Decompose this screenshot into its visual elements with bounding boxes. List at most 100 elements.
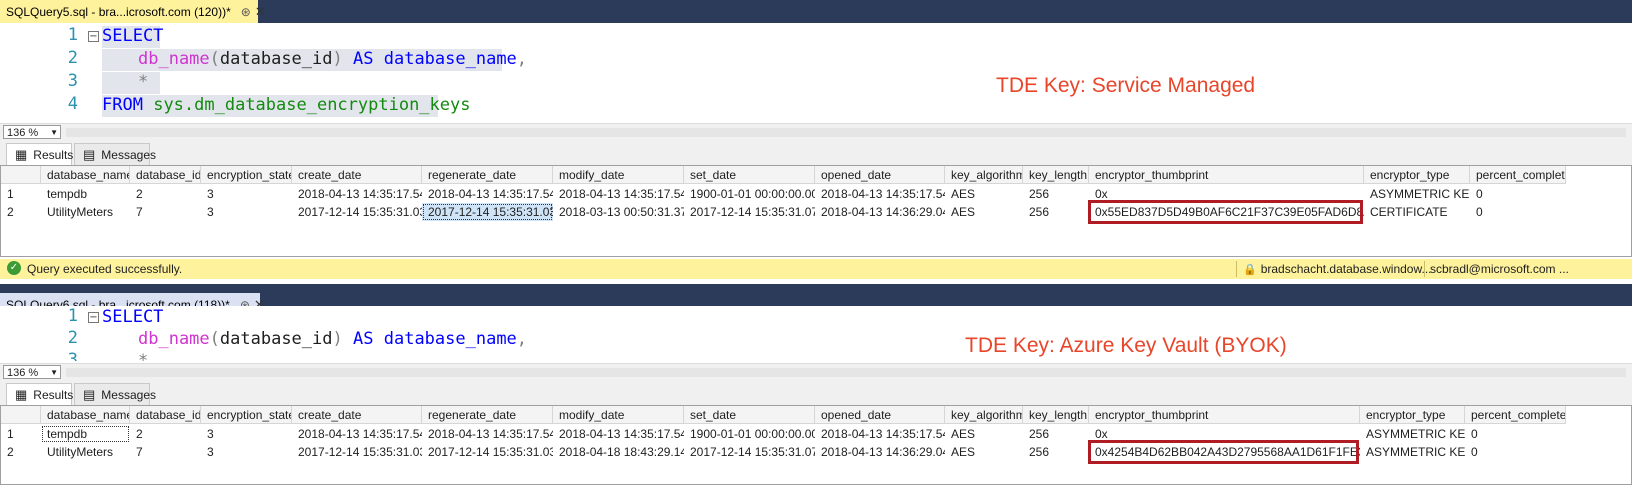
table-cell[interactable]: 256 — [1023, 203, 1089, 221]
table-cell[interactable]: 2 — [130, 425, 201, 443]
table-cell[interactable]: UtilityMeters — [41, 203, 130, 221]
column-header[interactable]: database_name — [41, 166, 130, 184]
table-cell[interactable]: 2017-12-14 15:35:31.077 — [684, 443, 815, 461]
column-header[interactable]: key_length — [1023, 166, 1089, 184]
table-cell[interactable]: ASYMMETRIC KEY — [1364, 185, 1470, 203]
row-number[interactable]: 2 — [1, 203, 41, 221]
table-cell[interactable]: 2018-03-13 00:50:31.370 — [553, 203, 684, 221]
table-cell[interactable]: 2018-04-13 14:36:29.047 — [815, 203, 945, 221]
table-cell[interactable]: 2018-04-13 14:35:17.547 — [815, 425, 945, 443]
table-cell[interactable]: 256 — [1023, 425, 1089, 443]
focused-cell[interactable]: tempdb — [41, 425, 130, 443]
table-cell[interactable]: 0 — [1470, 203, 1566, 221]
tab-messages[interactable]: ▤ Messages — [74, 383, 156, 405]
row-number[interactable]: 2 — [1, 443, 41, 461]
table-cell[interactable]: 2018-04-13 14:35:17.547 — [292, 425, 422, 443]
table-cell[interactable]: 2017-12-14 15:35:31.030 — [422, 443, 553, 461]
table-cell[interactable]: 7 — [130, 203, 201, 221]
table-cell[interactable]: 7 — [130, 443, 201, 461]
horizontal-scrollbar[interactable] — [66, 128, 1626, 137]
column-header[interactable]: encryptor_type — [1360, 406, 1465, 424]
table-cell[interactable]: 3 — [201, 443, 292, 461]
horizontal-scrollbar[interactable] — [66, 368, 1626, 377]
collapse-icon[interactable]: − — [88, 312, 99, 323]
row-number[interactable]: 1 — [1, 185, 41, 203]
table-cell[interactable]: 2018-04-13 14:36:29.047 — [815, 443, 945, 461]
column-header[interactable]: database_name — [41, 406, 130, 424]
table-cell[interactable]: 1900-01-01 00:00:00.000 — [684, 185, 815, 203]
table-cell[interactable]: 0 — [1470, 185, 1566, 203]
column-header[interactable]: modify_date — [553, 406, 684, 424]
table-cell[interactable]: AES — [945, 443, 1023, 461]
table-cell[interactable]: 256 — [1023, 185, 1089, 203]
table-cell[interactable]: ASYMMETRIC KEY — [1360, 443, 1465, 461]
table-cell[interactable]: 0 — [1465, 425, 1566, 443]
results-grid[interactable]: database_name database_id encryption_sta… — [0, 165, 1632, 257]
table-cell[interactable]: 3 — [201, 425, 292, 443]
column-header[interactable]: percent_complete — [1465, 406, 1566, 424]
tab-messages[interactable]: ▤ Messages — [74, 143, 156, 165]
table-cell[interactable]: AES — [945, 425, 1023, 443]
column-header[interactable]: database_id — [130, 406, 201, 424]
table-cell[interactable]: tempdb — [41, 185, 130, 203]
column-header[interactable]: database_id — [130, 166, 201, 184]
column-header[interactable]: encryption_state — [201, 406, 292, 424]
table-cell[interactable]: 2017-12-14 15:35:31.030 — [292, 203, 422, 221]
column-header[interactable]: set_date — [684, 406, 815, 424]
window-splitter[interactable] — [0, 284, 1632, 293]
table-cell[interactable]: 2018-04-13 14:35:17.547 — [292, 185, 422, 203]
zoom-dropdown[interactable]: 136 % ▼ — [3, 365, 61, 379]
table-cell[interactable]: 1900-01-01 00:00:00.000 — [684, 425, 815, 443]
close-icon[interactable]: ✕ — [255, 4, 266, 20]
table-row[interactable]: 2 UtilityMeters 7 3 2017-12-14 15:35:31.… — [1, 203, 1632, 221]
sql-editor[interactable]: 1 − SELECT 2 db_name(database_id) AS dat… — [0, 306, 1632, 361]
table-cell[interactable]: 2018-04-13 14:35:17.547 — [422, 425, 553, 443]
collapse-icon[interactable]: − — [88, 31, 99, 42]
table-cell[interactable]: 2 — [130, 185, 201, 203]
table-row[interactable]: 1 tempdb 2 3 2018-04-13 14:35:17.547 201… — [1, 185, 1632, 203]
table-row[interactable]: 1 tempdb 2 3 2018-04-13 14:35:17.547 201… — [1, 425, 1632, 443]
row-number[interactable]: 1 — [1, 425, 41, 443]
table-cell[interactable]: 0 — [1465, 443, 1566, 461]
results-grid[interactable]: database_name database_id encryption_sta… — [0, 405, 1632, 485]
pin-icon[interactable]: ⊛ — [241, 5, 251, 19]
table-cell[interactable]: CERTIFICATE — [1364, 203, 1470, 221]
column-header[interactable]: key_algorithm — [945, 406, 1023, 424]
table-cell[interactable]: 2017-12-14 15:35:31.077 — [684, 203, 815, 221]
column-header[interactable]: encryption_state — [201, 166, 292, 184]
table-cell[interactable]: UtilityMeters — [41, 443, 130, 461]
column-header[interactable]: encryptor_thumbprint — [1089, 166, 1364, 184]
table-row[interactable]: 2 UtilityMeters 7 3 2017-12-14 15:35:31.… — [1, 443, 1632, 461]
column-header[interactable]: create_date — [292, 406, 422, 424]
column-header[interactable]: set_date — [684, 166, 815, 184]
document-tab-sqlquery5[interactable]: SQLQuery5.sql - bra...icrosoft.com (120)… — [0, 0, 266, 23]
table-cell[interactable]: 2018-04-13 14:35:17.547 — [553, 425, 684, 443]
column-header[interactable]: encryptor_thumbprint — [1089, 406, 1360, 424]
column-header[interactable]: opened_date — [815, 166, 945, 184]
table-cell[interactable]: 3 — [201, 203, 292, 221]
tab-results[interactable]: ▦ Results — [6, 383, 73, 405]
column-header[interactable]: modify_date — [553, 166, 684, 184]
column-header[interactable]: key_length — [1023, 406, 1089, 424]
column-header[interactable]: percent_complete — [1470, 166, 1566, 184]
column-header[interactable]: create_date — [292, 166, 422, 184]
table-cell[interactable]: AES — [945, 185, 1023, 203]
table-cell[interactable]: 2017-12-14 15:35:31.030 — [292, 443, 422, 461]
table-cell[interactable]: 2018-04-13 14:35:17.547 — [422, 185, 553, 203]
table-cell[interactable]: AES — [945, 203, 1023, 221]
tab-results[interactable]: ▦ Results — [6, 143, 73, 165]
zoom-dropdown[interactable]: 136 % ▼ — [3, 125, 61, 139]
column-header[interactable]: opened_date — [815, 406, 945, 424]
table-cell[interactable]: 2018-04-18 18:43:29.143 — [553, 443, 684, 461]
column-header[interactable]: regenerate_date — [422, 166, 553, 184]
table-cell[interactable]: 3 — [201, 185, 292, 203]
column-header[interactable]: encryptor_type — [1364, 166, 1470, 184]
column-header[interactable]: regenerate_date — [422, 406, 553, 424]
table-cell[interactable]: 2018-04-13 14:35:17.547 — [815, 185, 945, 203]
column-header[interactable]: key_algorithm — [945, 166, 1023, 184]
sql-editor[interactable]: 1 − SELECT 2 db_name(database_id) AS dat… — [0, 23, 1632, 123]
table-cell[interactable]: ASYMMETRIC KEY — [1360, 425, 1465, 443]
table-cell[interactable]: 2018-04-13 14:35:17.547 — [553, 185, 684, 203]
selected-cell[interactable]: 2017-12-14 15:35:31.030 — [422, 203, 553, 221]
table-cell[interactable]: 256 — [1023, 443, 1089, 461]
